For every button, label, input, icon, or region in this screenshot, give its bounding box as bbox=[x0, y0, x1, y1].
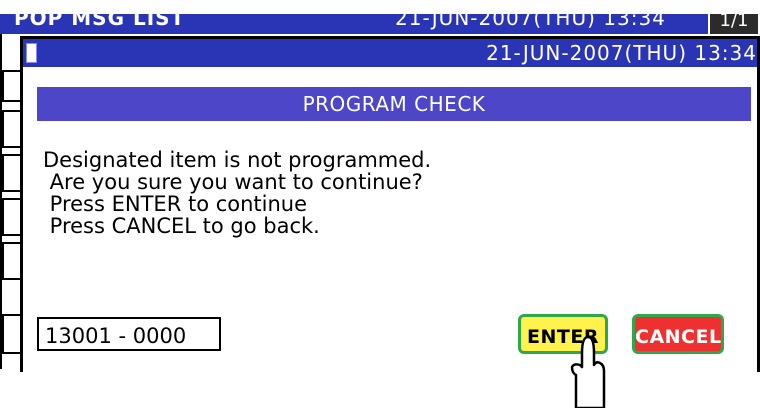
window-tab-icon bbox=[26, 43, 37, 63]
page-indicator: 1/1 bbox=[710, 14, 758, 34]
background-titlebar: POP MSG LIST 21-JUN-2007(THU) 13:34 bbox=[0, 14, 708, 34]
dialog-message: Designated item is not programmed. Are y… bbox=[43, 148, 432, 238]
list-row-stub bbox=[2, 198, 22, 236]
background-window-datetime: 21-JUN-2007(THU) 13:34 bbox=[395, 14, 666, 30]
dialog-datetime: 21-JUN-2007(THU) 13:34 bbox=[486, 41, 757, 65]
list-row-stub bbox=[2, 154, 22, 192]
cancel-button[interactable]: CANCEL bbox=[632, 314, 724, 354]
program-check-dialog: 21-JUN-2007(THU) 13:34 PROGRAM CHECK Des… bbox=[20, 36, 760, 408]
item-code-field: 13001 - 0000 bbox=[37, 317, 221, 351]
list-row-stub bbox=[2, 314, 22, 354]
pointing-hand-icon bbox=[570, 335, 606, 408]
list-row-stub bbox=[2, 70, 22, 102]
dialog-titlebar: 21-JUN-2007(THU) 13:34 bbox=[23, 39, 757, 67]
background-window-title: POP MSG LIST bbox=[14, 14, 186, 30]
dialog-title: PROGRAM CHECK bbox=[37, 87, 751, 121]
list-row-stub bbox=[2, 110, 22, 148]
list-row-stub bbox=[2, 242, 22, 280]
